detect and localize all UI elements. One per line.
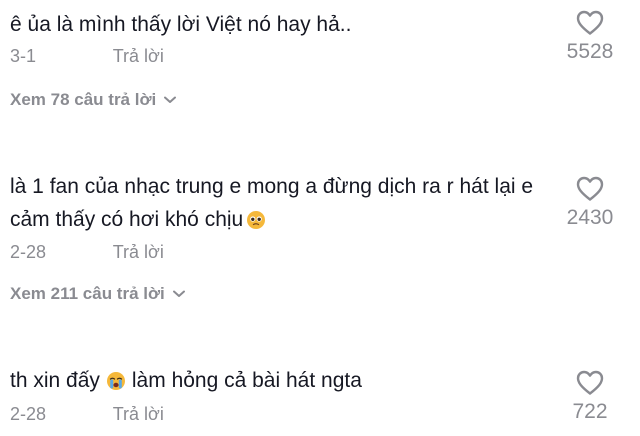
reply-button[interactable]: Trả lời: [113, 46, 164, 66]
comment-item: là 1 fan của nhạc trung e mong a đừng dị…: [0, 160, 640, 310]
reply-button[interactable]: Trả lời: [113, 404, 164, 424]
comment-text-after: làm hỏng cả bài hát ngta: [131, 369, 362, 392]
reply-button[interactable]: Trả lời: [113, 242, 164, 262]
comment-meta: 2-28 Trả lời: [10, 404, 164, 425]
chevron-down-icon: [164, 96, 177, 103]
comment-meta: 2-28 Trả lời: [10, 242, 164, 263]
comment-text: ê ủa là mình thấy lời Việt nó hay hả..: [10, 13, 352, 36]
like-button[interactable]: 722: [550, 370, 630, 424]
view-replies-button[interactable]: Xem 211 câu trả lời: [10, 284, 185, 304]
comment-text: th xin đấy làm hỏng cả bài hát ngta: [10, 364, 560, 401]
comment-item: th xin đấy làm hỏng cả bài hát ngta 2-28…: [0, 360, 640, 436]
like-count: 2430: [566, 206, 614, 229]
like-button[interactable]: 2430: [550, 176, 630, 230]
pleading-face-emoji: [246, 207, 266, 240]
comment-date: 3-1: [10, 46, 37, 66]
comment-meta: 3-1 Trả lời: [10, 46, 164, 67]
comment-text-before: th xin đấy: [10, 369, 100, 392]
like-button[interactable]: 5528: [550, 10, 630, 64]
crying-face-emoji: [106, 368, 126, 401]
comment-text-content: là 1 fan của nhạc trung e mong a đừng dị…: [10, 175, 534, 231]
heart-outline-icon: [576, 370, 604, 395]
view-replies-label: Xem 78 câu trả lời: [10, 90, 157, 109]
comment-date: 2-28: [10, 242, 47, 262]
view-replies-label: Xem 211 câu trả lời: [10, 284, 165, 303]
heart-outline-icon: [576, 176, 604, 201]
comment-date: 2-28: [10, 404, 47, 424]
comment-item: ê ủa là mình thấy lời Việt nó hay hả.. 3…: [0, 0, 640, 120]
chevron-down-icon: [172, 290, 185, 297]
like-count: 722: [572, 400, 608, 423]
comment-text: là 1 fan của nhạc trung e mong a đừng dị…: [10, 170, 560, 240]
like-count: 5528: [566, 40, 614, 63]
heart-outline-icon: [576, 10, 604, 35]
view-replies-button[interactable]: Xem 78 câu trả lời: [10, 90, 177, 110]
